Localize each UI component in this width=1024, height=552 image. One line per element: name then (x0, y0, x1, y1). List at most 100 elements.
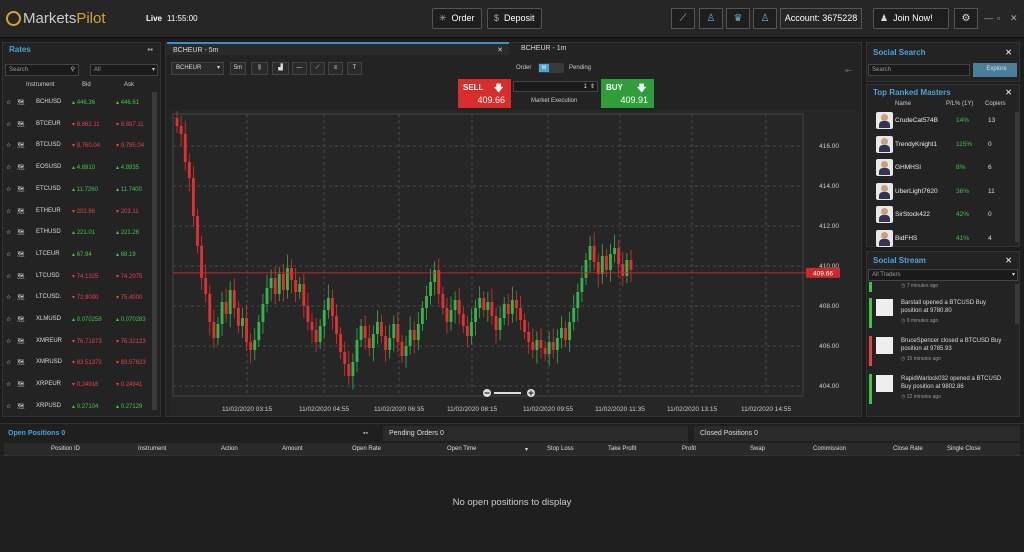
ask-value[interactable]: ▴ 0.27129 (116, 403, 142, 410)
star-icon[interactable]: ☆ (6, 229, 11, 236)
rate-row[interactable]: ☆ 🗺 XRPEUR ▾ 0.24916 ▾ 0.24941 (6, 374, 146, 395)
star-icon[interactable]: ☆ (6, 294, 11, 301)
quantity-input[interactable]: 1 ⇕ (513, 81, 598, 92)
star-icon[interactable]: ☆ (6, 338, 11, 345)
bid-value[interactable]: ▾ 74.1325 (72, 273, 98, 280)
trophy-icon[interactable]: ♛ (726, 8, 750, 29)
ask-value[interactable]: ▾ 74.2075 (116, 273, 142, 280)
ask-value[interactable]: ▴ 11.7400 (116, 186, 142, 193)
bid-value[interactable]: ▾ 202.86 (72, 208, 95, 215)
col-header[interactable]: Profit (682, 446, 696, 452)
profile-icon[interactable]: ♙ (753, 8, 777, 29)
order-type-toggle[interactable]: M (538, 63, 564, 73)
col-header[interactable]: Swap (750, 446, 765, 452)
ask-value[interactable]: ▾ 9,785.04 (116, 142, 144, 149)
rate-row[interactable]: ☆ 🗺 XRPUSD ▴ 0.27104 ▴ 0.27129 (6, 396, 146, 417)
tab-bcheur-1m[interactable]: BCHEUR - 1m (515, 42, 860, 55)
ask-value[interactable]: ▴ 446.61 (116, 99, 139, 106)
rates-search-input[interactable]: Search ⚲ (5, 64, 79, 76)
bid-value[interactable]: ▴ 0.070258 (72, 316, 102, 323)
ask-value[interactable]: ▾ 8,887.11 (116, 121, 144, 128)
rate-row[interactable]: ☆ 🗺 BTCEUR ▾ 8,862.11 ▾ 8,887.11 (6, 114, 146, 135)
star-icon[interactable]: ☆ (6, 186, 11, 193)
sort-icon[interactable]: ▾ (525, 446, 528, 453)
candles-icon[interactable]: ⫼ (251, 62, 268, 75)
bid-value[interactable]: ▾ 76.71873 (72, 338, 102, 345)
ask-value[interactable]: ▾ 83.57623 (116, 359, 146, 366)
pending-orders-tab[interactable]: Pending Orders 0 (383, 426, 688, 441)
tab-bcheur-5m[interactable]: BCHEUR - 5m ✕ (167, 42, 509, 55)
ask-value[interactable]: ▴ 221.26 (116, 229, 139, 236)
bid-value[interactable]: ▴ 446.36 (72, 99, 95, 106)
closed-positions-tab[interactable]: Closed Positions 0 (694, 426, 1020, 441)
account-number[interactable]: Account: 3675228 (780, 8, 862, 29)
close-icon[interactable]: ✕ (1005, 86, 1012, 100)
master-row[interactable]: UberLight7620 36% 11 (868, 180, 1016, 203)
rate-row[interactable]: ☆ 🗺 LTCUSD ▾ 74.1325 ▾ 74.2075 (6, 266, 146, 287)
col-header[interactable]: Instrument (138, 446, 166, 452)
rate-row[interactable]: ☆ 🗺 BTCUSD ▾ 9,760.04 ▾ 9,785.04 (6, 135, 146, 156)
text-tool-button[interactable]: T (347, 62, 362, 75)
col-header[interactable]: Commission (813, 446, 846, 452)
trendline-icon[interactable]: ⟋ (310, 62, 325, 75)
star-icon[interactable]: ☆ (6, 403, 11, 410)
bid-value[interactable]: ▾ 72.9000 (72, 294, 98, 301)
menu-lines-icon[interactable]: ≡ (328, 62, 343, 75)
rate-row[interactable]: ☆ 🗺 EOSUSD ▴ 4.8910 ▴ 4.8935 (6, 157, 146, 178)
rate-row[interactable]: ☆ 🗺 XLMUSD ▴ 0.070258 ▴ 0.070283 (6, 309, 146, 330)
master-row[interactable]: CrudeCat574B 14% 13 (868, 109, 1016, 132)
rate-row[interactable]: ☆ 🗺 XMRUSD ▾ 83.51373 ▾ 83.57623 (6, 352, 146, 373)
collapse-arrow-icon[interactable]: ⇤ (845, 66, 852, 75)
col-header[interactable]: Amount (282, 446, 303, 452)
bid-value[interactable]: ▾ 9,760.04 (72, 142, 100, 149)
ask-value[interactable]: ▾ 0.24941 (116, 381, 142, 388)
bid-value[interactable]: ▴ 11.7260 (72, 186, 98, 193)
stream-item[interactable]: RapidWarlock032 opened a BTCUSD Buy posi… (868, 372, 1014, 406)
bid-value[interactable]: ▴ 221.01 (72, 229, 95, 236)
price-chart[interactable]: 416.00414.00412.00410.00408.00406.00404.… (171, 110, 859, 416)
star-icon[interactable]: ☆ (6, 316, 11, 323)
rate-row[interactable]: ☆ 🗺 LTCUSD. ▾ 72.9000 ▾ 75.4000 (6, 287, 146, 308)
social-icon[interactable]: ♙ (699, 8, 723, 29)
stream-scrollbar[interactable] (1015, 284, 1019, 324)
explore-button[interactable]: Explore (973, 63, 1017, 77)
bid-value[interactable]: ▴ 0.27104 (72, 403, 98, 410)
col-header[interactable]: Close Rate (893, 446, 923, 452)
order-button[interactable]: ✳ Order (432, 8, 482, 29)
ask-value[interactable]: ▴ 0.070283 (116, 316, 146, 323)
star-icon[interactable]: ☆ (6, 251, 11, 258)
col-header[interactable]: Open Rate (352, 446, 381, 452)
bid-value[interactable]: ▴ 67.94 (72, 251, 92, 258)
ask-value[interactable]: ▴ 68.19 (116, 251, 136, 258)
bid-value[interactable]: ▾ 0.24916 (72, 381, 98, 388)
master-row[interactable]: TrendyKnight1 115% 0 (868, 133, 1016, 156)
rate-row[interactable]: ☆ 🗺 ETHUSD ▴ 221.01 ▴ 221.26 (6, 222, 146, 243)
collapse-icon[interactable]: ▪▪ (363, 426, 368, 441)
join-button[interactable]: ♟ Join Now! (873, 8, 949, 29)
bid-value[interactable]: ▾ 83.51373 (72, 359, 102, 366)
col-header[interactable]: Take Profit (608, 446, 636, 452)
stream-item[interactable]: BruceSpencer closed a BTCUSD Buy positio… (868, 334, 1014, 368)
close-icon[interactable]: ✕ (1005, 254, 1012, 268)
ask-value[interactable]: ▴ 4.8935 (116, 164, 139, 171)
bid-value[interactable]: ▴ 4.8910 (72, 164, 95, 171)
close-icon[interactable]: ✕ (1005, 46, 1012, 60)
master-row[interactable]: BidFHS 41% 4 (868, 227, 1016, 250)
bid-value[interactable]: ▾ 8,862.11 (72, 121, 100, 128)
col-header[interactable]: Stop Loss (547, 446, 574, 452)
star-icon[interactable]: ☆ (6, 273, 11, 280)
gear-icon[interactable]: ⚙ (954, 8, 978, 29)
social-search-input[interactable]: Search (868, 64, 970, 76)
rate-row[interactable]: ☆ 🗺 ETHEUR ▾ 202.86 ▾ 203.11 (6, 201, 146, 222)
col-header[interactable]: Action (221, 446, 238, 452)
stepper-icon[interactable]: ⇕ (590, 82, 595, 92)
rates-scrollbar[interactable] (152, 92, 157, 410)
ask-value[interactable]: ▾ 203.11 (116, 208, 139, 215)
star-icon[interactable]: ☆ (6, 121, 11, 128)
interval-button[interactable]: 5m (230, 62, 246, 75)
deposit-button[interactable]: $ Deposit (487, 8, 542, 29)
sell-button[interactable]: SELL 🡇 409.66 (458, 79, 511, 108)
star-icon[interactable]: ☆ (6, 164, 11, 171)
bars-icon[interactable]: ▟ (272, 62, 289, 75)
col-header[interactable]: Single Close (947, 446, 981, 452)
